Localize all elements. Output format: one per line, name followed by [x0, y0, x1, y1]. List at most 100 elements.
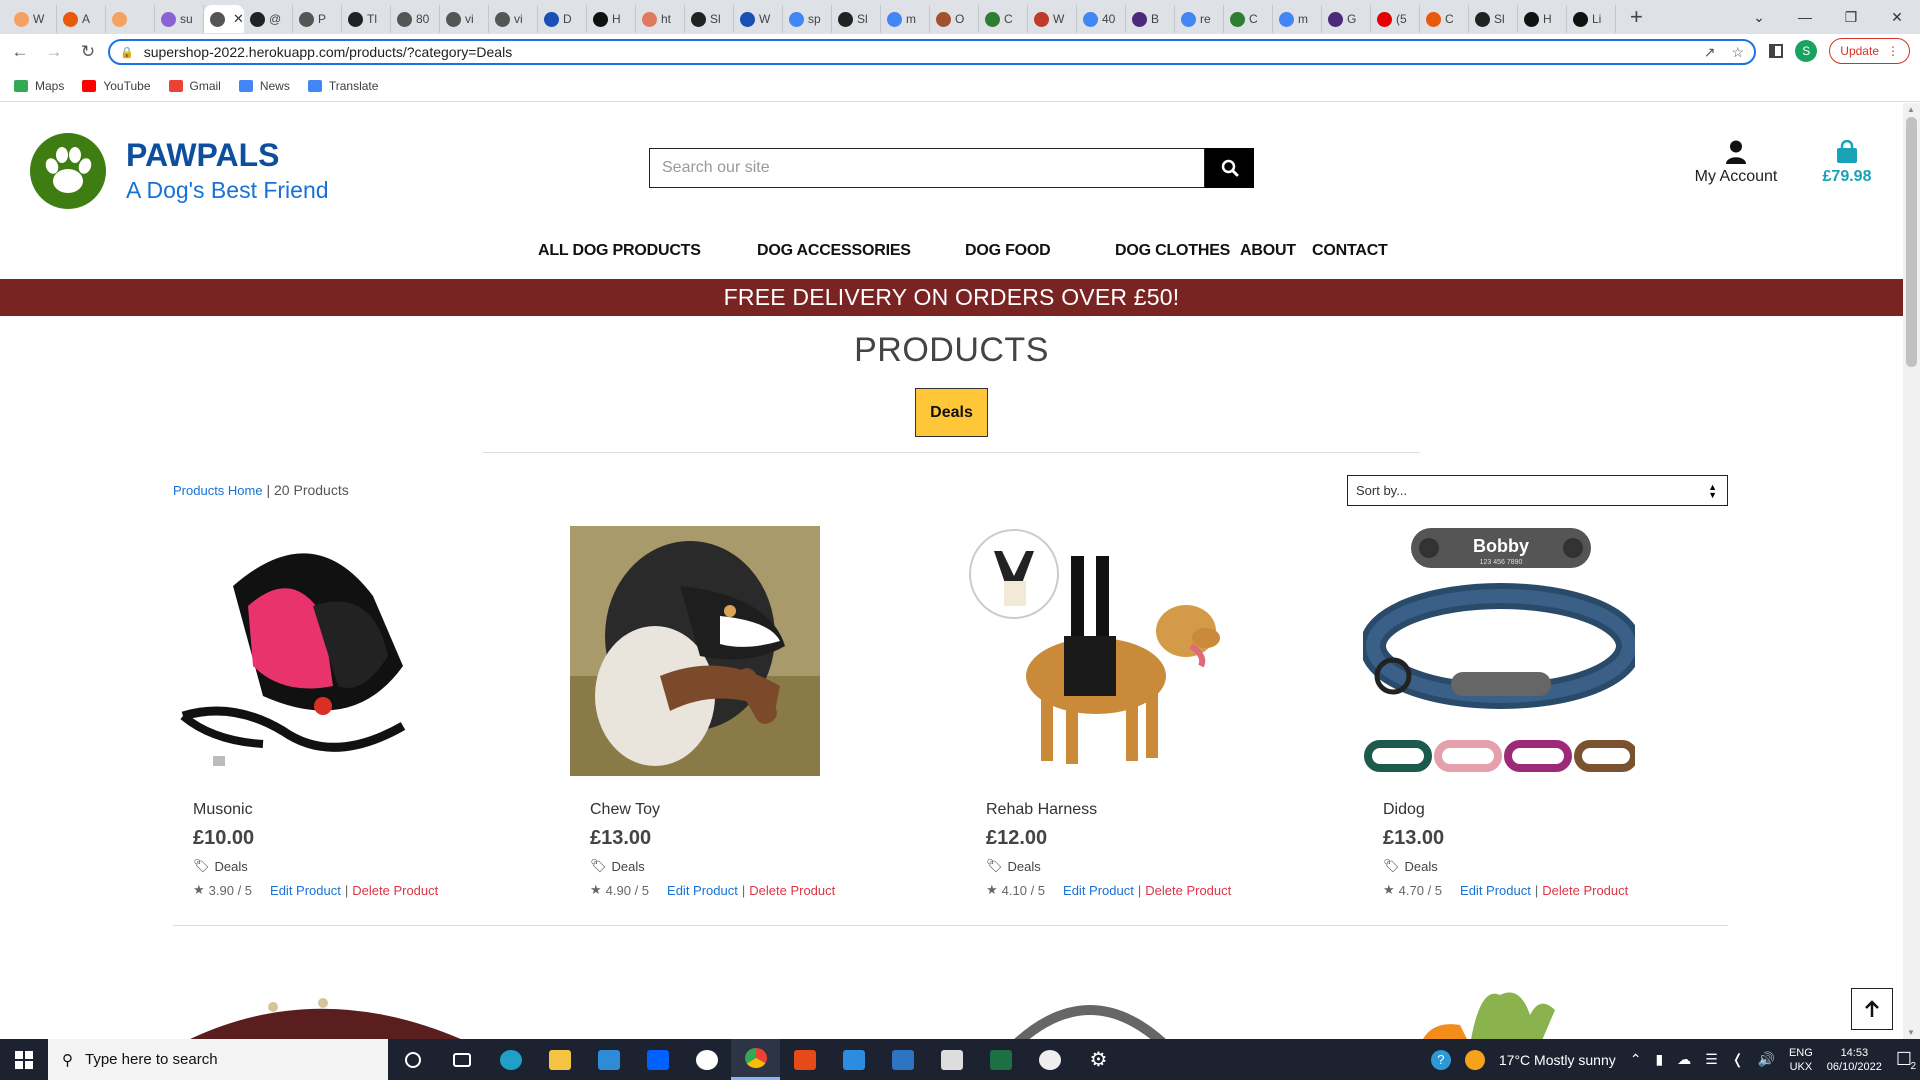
minimize-button[interactable]: —: [1782, 9, 1828, 25]
browser-tab[interactable]: ht: [636, 5, 685, 33]
bookmark-maps[interactable]: Maps: [14, 79, 64, 93]
weather-text[interactable]: 17°C Mostly sunny: [1499, 1052, 1616, 1068]
product-category[interactable]: Deals: [612, 859, 645, 874]
edge-icon[interactable]: [486, 1039, 535, 1080]
tab-search-button[interactable]: ⌄: [1736, 9, 1782, 26]
taskbar-search[interactable]: ⚲ Type here to search: [48, 1039, 388, 1080]
nav-dog-accessories[interactable]: DOG ACCESSORIES: [757, 242, 911, 260]
browser-tab[interactable]: C: [1224, 5, 1273, 33]
paint-icon[interactable]: [1025, 1039, 1074, 1080]
browser-tab[interactable]: C: [1420, 5, 1469, 33]
clock[interactable]: 14:53 06/10/2022: [1827, 1046, 1882, 1074]
delete-product-link[interactable]: Delete Product: [1145, 883, 1231, 898]
bookmark-star-icon[interactable]: ☆: [1731, 44, 1744, 61]
browser-tab[interactable]: C: [979, 5, 1028, 33]
page-scrollbar[interactable]: ▲ ▼: [1903, 103, 1920, 1039]
task-view-icon[interactable]: [437, 1039, 486, 1080]
browser-tab[interactable]: W: [734, 5, 783, 33]
browser-tab[interactable]: Sl: [685, 5, 734, 33]
product-category[interactable]: Deals: [215, 859, 248, 874]
file-explorer-icon[interactable]: [535, 1039, 584, 1080]
browser-tab[interactable]: Li: [1567, 5, 1616, 33]
reload-button[interactable]: ↻: [74, 42, 102, 62]
edit-product-link[interactable]: Edit Product: [1460, 883, 1531, 898]
search-input[interactable]: [649, 148, 1205, 188]
product-image-chew-toy[interactable]: [570, 526, 842, 776]
nav-dog-clothes[interactable]: DOG CLOTHES: [1115, 242, 1230, 260]
close-tab-icon[interactable]: ✕: [233, 11, 244, 27]
product-image-collar[interactable]: Bobby 123 456 7890: [1363, 526, 1635, 776]
sort-select[interactable]: Sort by... ▲ ▼: [1347, 475, 1728, 506]
chrome-icon[interactable]: [731, 1039, 780, 1080]
office-icon[interactable]: [780, 1039, 829, 1080]
product-image-rehab-harness[interactable]: [966, 526, 1238, 776]
back-to-top-button[interactable]: [1851, 988, 1893, 1030]
update-button[interactable]: Update ⋮: [1829, 38, 1910, 64]
browser-tab[interactable]: G: [1322, 5, 1371, 33]
profile-avatar[interactable]: S: [1795, 40, 1818, 62]
site-logo[interactable]: [30, 133, 106, 209]
cart-link[interactable]: £79.98: [1812, 140, 1882, 186]
snipping-tool-icon[interactable]: [927, 1039, 976, 1080]
browser-tab[interactable]: vi: [489, 5, 538, 33]
product-category[interactable]: Deals: [1405, 859, 1438, 874]
browser-tab[interactable]: m: [881, 5, 930, 33]
browser-tab[interactable]: sp: [783, 5, 832, 33]
product-image-peek[interactable]: [173, 985, 473, 1039]
product-image-harness[interactable]: [173, 526, 445, 776]
product-name[interactable]: Musonic: [193, 801, 473, 819]
photos-icon[interactable]: [878, 1039, 927, 1080]
url-text[interactable]: supershop-2022.herokuapp.com/products/?c…: [144, 44, 513, 60]
bookmark-translate[interactable]: Translate: [307, 79, 378, 93]
scroll-up-arrow-icon[interactable]: ▲: [1907, 105, 1915, 114]
excel-icon[interactable]: [976, 1039, 1025, 1080]
product-image-peek[interactable]: [1010, 985, 1170, 1039]
browser-tab[interactable]: [106, 5, 155, 33]
network-icon[interactable]: ☰: [1705, 1051, 1718, 1068]
edit-product-link[interactable]: Edit Product: [270, 883, 341, 898]
share-icon[interactable]: ↗: [1704, 44, 1716, 61]
nav-about[interactable]: ABOUT: [1240, 242, 1296, 260]
browser-tab[interactable]: re: [1175, 5, 1224, 33]
scroll-down-arrow-icon[interactable]: ▼: [1907, 1028, 1915, 1037]
browser-tab[interactable]: (5: [1371, 5, 1420, 33]
help-icon[interactable]: ?: [1430, 1049, 1451, 1070]
mail-icon[interactable]: [584, 1039, 633, 1080]
delete-product-link[interactable]: Delete Product: [749, 883, 835, 898]
github-desktop-icon[interactable]: [682, 1039, 731, 1080]
browser-tab[interactable]: m: [1273, 5, 1322, 33]
browser-tab[interactable]: D: [538, 5, 587, 33]
my-account-link[interactable]: My Account: [1688, 140, 1784, 186]
browser-tab[interactable]: H: [587, 5, 636, 33]
product-name[interactable]: Rehab Harness: [986, 801, 1266, 819]
category-badge-deals[interactable]: Deals: [915, 388, 988, 437]
edit-product-link[interactable]: Edit Product: [1063, 883, 1134, 898]
product-category[interactable]: Deals: [1008, 859, 1041, 874]
bookmark-youtube[interactable]: YouTube: [82, 79, 151, 93]
products-home-link[interactable]: Products Home: [173, 483, 263, 498]
chevron-up-icon[interactable]: ⌃: [1630, 1051, 1642, 1068]
browser-tab[interactable]: W: [1028, 5, 1077, 33]
browser-tab[interactable]: Tl: [342, 5, 391, 33]
bookmark-news[interactable]: News: [238, 79, 290, 93]
notifications-icon[interactable]: ☐ 2: [1896, 1049, 1916, 1072]
vscode-icon[interactable]: [829, 1039, 878, 1080]
nav-dog-food[interactable]: DOG FOOD: [965, 242, 1051, 260]
nav-all-dog-products[interactable]: ALL DOG PRODUCTS: [538, 242, 701, 260]
product-name[interactable]: Didog: [1383, 801, 1663, 819]
close-window-button[interactable]: ✕: [1874, 9, 1920, 26]
nav-contact[interactable]: CONTACT: [1312, 242, 1388, 260]
edit-product-link[interactable]: Edit Product: [667, 883, 738, 898]
browser-tab[interactable]: Sl: [1469, 5, 1518, 33]
back-button[interactable]: ←: [6, 42, 34, 62]
browser-tab[interactable]: vi: [440, 5, 489, 33]
settings-gear-icon[interactable]: ⚙: [1074, 1039, 1123, 1080]
dropbox-icon[interactable]: [633, 1039, 682, 1080]
wifi-icon[interactable]: ❬: [1732, 1051, 1744, 1068]
browser-tab[interactable]: A: [57, 5, 106, 33]
lock-icon[interactable]: 🔒: [120, 46, 134, 59]
side-panel-icon[interactable]: [1769, 44, 1784, 58]
product-name[interactable]: Chew Toy: [590, 801, 870, 819]
browser-tab[interactable]: 80: [391, 5, 440, 33]
language-indicator[interactable]: ENG UKX: [1789, 1046, 1813, 1074]
